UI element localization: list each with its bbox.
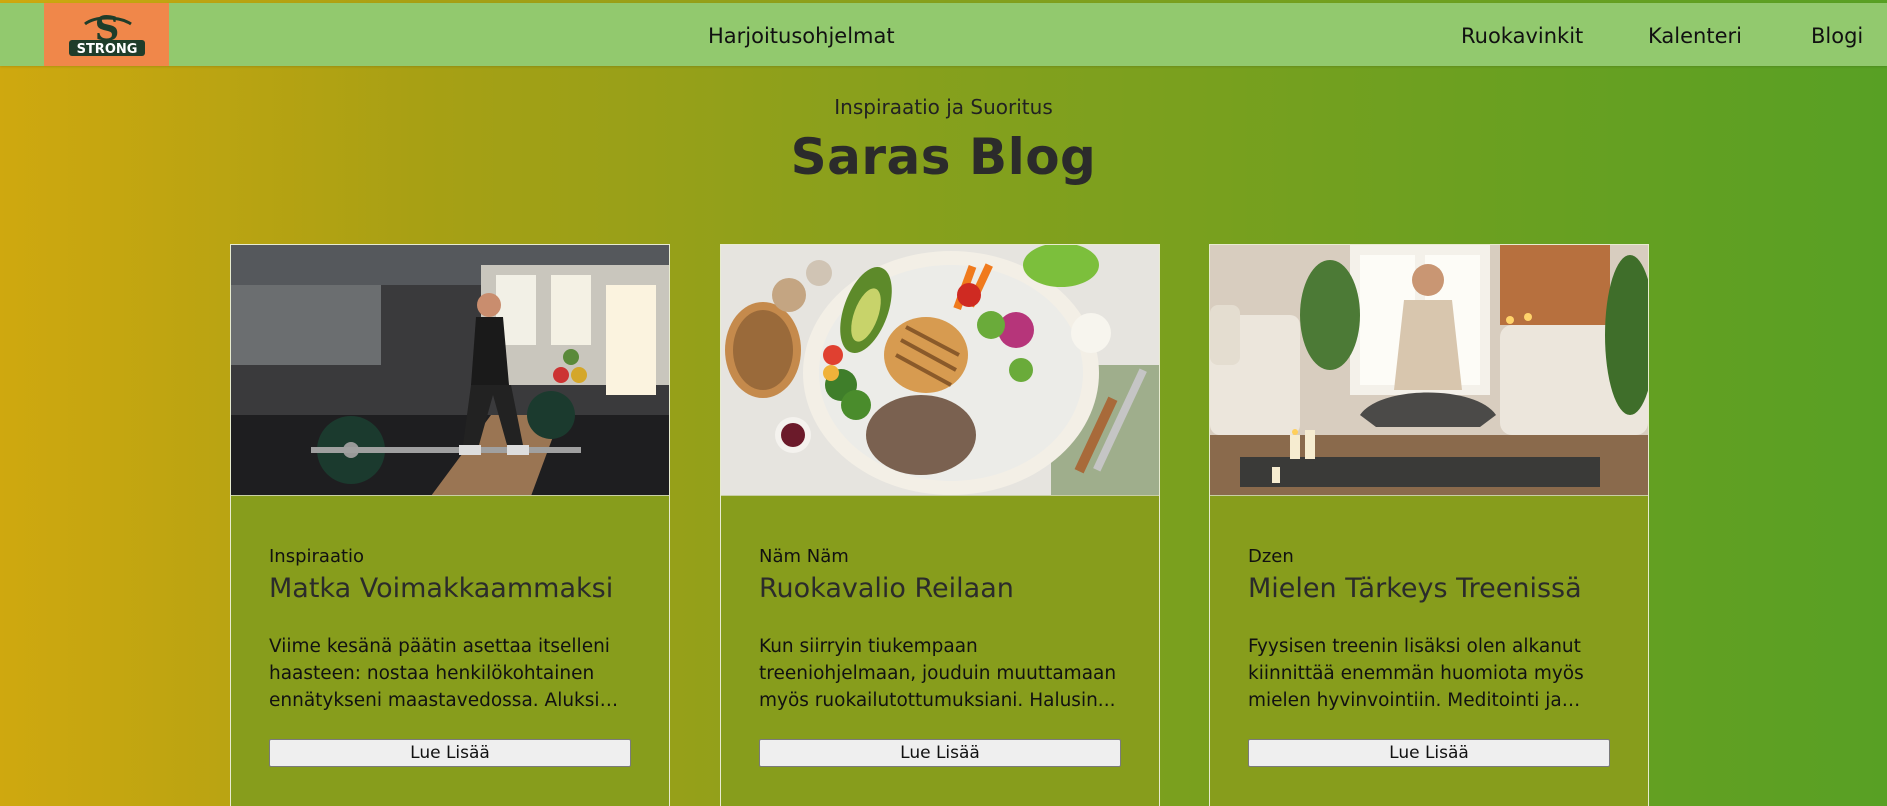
post-category: Näm Näm [759, 546, 849, 567]
top-navigation-bar: S STRONG Harjoitusohjelmat Ruokavinkit K… [0, 3, 1887, 66]
page-title: Saras Blog [790, 128, 1097, 186]
read-more-button[interactable]: Lue Lisää [759, 739, 1121, 767]
post-category: Dzen [1248, 546, 1294, 567]
post-title[interactable]: Mielen Tärkeys Treenissä [1248, 573, 1582, 604]
strong-logo-icon: S STRONG [68, 10, 145, 57]
nav-item-ruokavinkit[interactable]: Ruokavinkit [1461, 23, 1583, 49]
blog-card: Näm Näm Ruokavalio Reilaan Kun siirryin … [720, 244, 1160, 806]
meditation-living-room-photo [1210, 245, 1648, 496]
post-category: Inspiraatio [269, 546, 365, 567]
nav-item-blogi[interactable]: Blogi [1811, 23, 1863, 49]
post-excerpt: Viime kesänä päätin asettaa itselleni ha… [269, 636, 610, 711]
blog-card: Inspiraatio Matka Voimakkaammaksi Viime … [230, 244, 670, 806]
healthy-meal-plate-photo [721, 245, 1159, 496]
strong-logo[interactable]: S STRONG [44, 3, 169, 66]
read-more-button[interactable]: Lue Lisää [269, 739, 631, 767]
post-title[interactable]: Ruokavalio Reilaan [759, 573, 1014, 604]
post-excerpt: Fyysisen treenin lisäksi olen alkanut ki… [1248, 636, 1584, 711]
page-subtitle: Inspiraatio ja Suoritus [834, 95, 1053, 119]
nav-item-kalenteri[interactable]: Kalenteri [1648, 23, 1742, 49]
svg-text:STRONG: STRONG [76, 42, 137, 57]
blog-card: Dzen Mielen Tärkeys Treenissä Fyysisen t… [1209, 244, 1649, 806]
post-excerpt: Kun siirryin tiukempaan treeniohjelmaan,… [759, 636, 1117, 711]
read-more-button[interactable]: Lue Lisää [1248, 739, 1610, 767]
post-title[interactable]: Matka Voimakkaammaksi [269, 573, 613, 604]
gym-deadlift-photo [231, 245, 669, 496]
nav-item-harjoitusohjelmat[interactable]: Harjoitusohjelmat [708, 23, 895, 49]
